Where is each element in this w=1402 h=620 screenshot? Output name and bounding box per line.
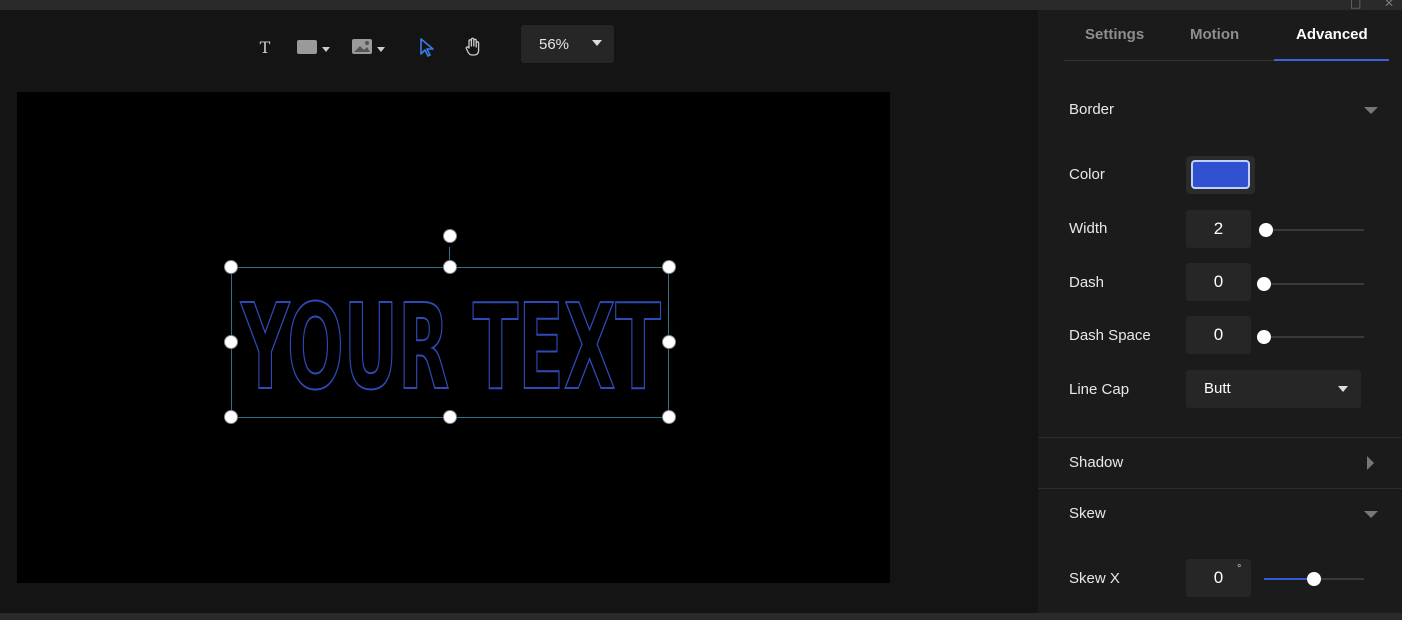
tab-settings[interactable]: Settings [1085,26,1144,43]
chevron-down-icon[interactable] [1364,107,1378,114]
text-tool-button[interactable]: T [256,34,274,60]
chevron-down-icon [1338,386,1348,392]
resize-handle-bottom-left[interactable] [224,410,238,424]
selected-text-layer[interactable]: YOUR TEXT [231,267,669,418]
properties-panel: Settings Motion Advanced Border Color Wi… [1038,10,1402,613]
outlined-text-graphic: YOUR TEXT [239,277,662,417]
line-cap-value: Butt [1204,380,1231,397]
slider-knob[interactable] [1307,572,1321,586]
resize-handle-top-left[interactable] [224,260,238,274]
maximize-icon[interactable]: □ [1350,0,1361,10]
image-tool-button[interactable] [351,34,387,60]
resize-handle-bottom[interactable] [443,410,457,424]
dash-label: Dash [1069,274,1105,291]
shape-tool-button[interactable] [296,34,332,60]
chevron-down-icon[interactable] [1364,511,1378,518]
pan-tool-button[interactable] [464,34,482,60]
slider-knob[interactable] [1257,330,1271,344]
artboard-canvas[interactable]: YOUR TEXT [17,92,890,583]
active-tab-indicator [1274,59,1389,61]
text-tool-icon: T [259,37,271,57]
degree-symbol: ° [1237,563,1242,575]
zoom-value: 56% [539,35,570,53]
dash-space-label: Dash Space [1069,327,1151,344]
shadow-section-title[interactable]: Shadow [1069,454,1123,471]
width-label: Width [1069,220,1108,237]
shape-icon [297,40,330,54]
resize-handle-top[interactable] [443,260,457,274]
cursor-arrow-icon [420,38,434,57]
slider-knob[interactable] [1259,223,1273,237]
skew-x-slider[interactable] [1264,572,1364,586]
divider [1038,488,1402,489]
skew-section-title[interactable]: Skew [1069,505,1106,522]
resize-handle-bottom-right[interactable] [662,410,676,424]
close-icon[interactable]: ✕ [1384,0,1394,10]
slider-knob[interactable] [1257,277,1271,291]
border-color-swatch [1191,160,1250,189]
dash-input[interactable]: 0 [1186,263,1251,301]
dash-space-input[interactable]: 0 [1186,316,1251,354]
bottom-bar [0,613,1402,620]
resize-handle-right[interactable] [662,335,676,349]
image-icon [352,39,385,54]
border-width-slider[interactable] [1259,223,1364,237]
divider [1038,437,1402,438]
window-top-bar: □ ✕ [0,0,1402,10]
hand-icon [465,37,480,56]
tab-advanced[interactable]: Advanced [1296,26,1368,43]
chevron-down-icon [592,40,602,46]
line-cap-select[interactable]: Butt [1186,370,1361,408]
dash-space-slider[interactable] [1257,330,1364,344]
select-tool-button[interactable] [418,34,436,60]
chevron-right-icon[interactable] [1367,456,1374,470]
line-cap-label: Line Cap [1069,381,1130,398]
dash-slider[interactable] [1257,277,1364,291]
color-label: Color [1069,166,1105,183]
rotation-handle[interactable] [443,229,457,243]
border-section-title[interactable]: Border [1069,101,1114,118]
border-color-picker[interactable] [1186,156,1255,194]
skew-x-label: Skew X [1069,570,1120,587]
zoom-dropdown[interactable]: 56% [521,25,614,63]
tab-motion[interactable]: Motion [1190,26,1239,43]
border-width-input[interactable]: 2 [1186,210,1251,248]
resize-handle-left[interactable] [224,335,238,349]
canvas-text: YOUR TEXT [240,278,661,416]
editor-stage: T 56% YOUR TEXT [0,10,1038,613]
panel-tabs: Settings Motion Advanced [1064,10,1389,61]
resize-handle-top-right[interactable] [662,260,676,274]
